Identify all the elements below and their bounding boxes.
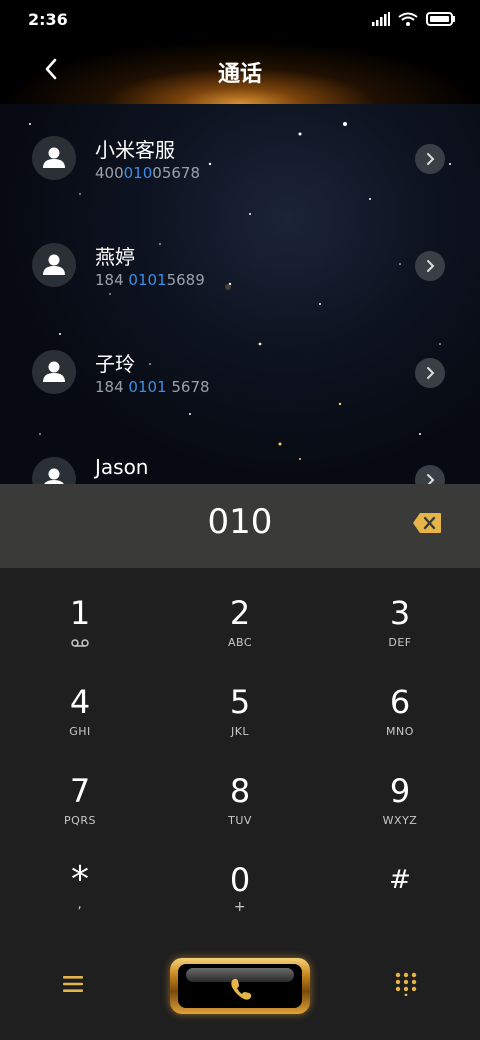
key-2[interactable]: 2 ABC — [160, 568, 320, 657]
contact-detail-button[interactable] — [415, 465, 445, 484]
contact-number: 184 0101 5678 — [95, 378, 210, 396]
contact-row[interactable]: 小米客服 40001005678 — [0, 104, 480, 210]
key-8[interactable]: 8 TUV — [160, 746, 320, 835]
key-letters: + — [233, 899, 247, 915]
key-letters: DEF — [388, 636, 412, 649]
call-button-face — [178, 964, 302, 1008]
backspace-icon[interactable] — [412, 512, 442, 534]
avatar — [32, 350, 76, 394]
dial-keypad: 1 2 ABC 3 DEF 4 GHI 5 JKL 6 MNO 7 PQRS 8… — [0, 568, 480, 948]
battery-icon — [426, 12, 455, 26]
key-digit: 1 — [69, 594, 91, 632]
avatar — [32, 136, 76, 180]
key-digit: # — [389, 865, 411, 895]
chevron-right-icon — [427, 474, 435, 484]
bottom-action-bar — [0, 948, 480, 1040]
contact-detail-button[interactable] — [415, 251, 445, 281]
dialpad-icon[interactable] — [394, 972, 418, 996]
key-letters: TUV — [228, 814, 252, 827]
key-7[interactable]: 7 PQRS — [0, 746, 160, 835]
app-header: 通话 — [0, 40, 480, 104]
key-digit: 4 — [69, 683, 91, 721]
menu-icon[interactable] — [62, 974, 84, 994]
contact-name: 燕婷 — [95, 245, 135, 269]
contact-number: 184 01015689 — [95, 271, 205, 289]
key-hash[interactable]: # — [320, 835, 480, 924]
key-9[interactable]: 9 WXYZ — [320, 746, 480, 835]
status-bar: 2:36 — [0, 0, 480, 40]
wifi-icon — [398, 12, 418, 26]
voicemail-icon — [71, 639, 89, 647]
avatar — [32, 243, 76, 287]
key-star[interactable]: * , — [0, 835, 160, 924]
key-digit: 2 — [229, 594, 251, 632]
number-display: 010 — [0, 484, 480, 568]
contact-detail-button[interactable] — [415, 144, 445, 174]
contact-name: Jason — [95, 455, 149, 479]
chevron-right-icon — [427, 260, 435, 272]
call-button[interactable] — [170, 958, 310, 1014]
person-icon — [44, 468, 64, 484]
chevron-right-icon — [427, 153, 435, 165]
key-letters: WXYZ — [382, 814, 418, 827]
key-digit: 8 — [229, 772, 251, 810]
key-letters: , — [77, 897, 83, 912]
contact-results-list[interactable]: 小米客服 40001005678 燕婷 184 01015689 子玲 184 … — [0, 104, 480, 484]
contact-name: 子玲 — [95, 352, 135, 376]
key-digit: 5 — [229, 683, 251, 721]
key-1[interactable]: 1 — [0, 568, 160, 657]
key-digit: 0 — [229, 861, 251, 899]
person-icon — [43, 147, 65, 168]
key-6[interactable]: 6 MNO — [320, 657, 480, 746]
contact-name: 小米客服 — [95, 138, 175, 162]
person-icon — [43, 254, 65, 275]
key-4[interactable]: 4 GHI — [0, 657, 160, 746]
key-letters: MNO — [386, 725, 414, 738]
contact-row[interactable]: Jason — [0, 425, 480, 484]
key-3[interactable]: 3 DEF — [320, 568, 480, 657]
key-letters: PQRS — [64, 814, 96, 827]
key-letters: GHI — [69, 725, 91, 738]
signal-icon — [372, 12, 390, 26]
person-icon — [43, 361, 65, 382]
key-letters: JKL — [230, 725, 250, 738]
contact-number: 40001005678 — [95, 164, 200, 182]
chevron-right-icon — [427, 367, 435, 379]
key-letters: ABC — [227, 636, 253, 649]
contact-row[interactable]: 燕婷 184 01015689 — [0, 211, 480, 317]
contact-row[interactable]: 子玲 184 0101 5678 — [0, 318, 480, 424]
status-time: 2:36 — [28, 10, 68, 29]
key-digit: 6 — [389, 683, 411, 721]
key-digit: * — [71, 859, 89, 900]
key-digit: 7 — [69, 772, 91, 810]
page-title: 通话 — [217, 62, 262, 87]
status-icons — [372, 12, 456, 26]
avatar — [32, 457, 76, 484]
key-5[interactable]: 5 JKL — [160, 657, 320, 746]
contact-detail-button[interactable] — [415, 358, 445, 388]
key-digit: 9 — [389, 772, 411, 810]
dialed-number: 010 — [207, 502, 273, 542]
key-0[interactable]: 0 + — [160, 835, 320, 924]
phone-icon — [231, 978, 252, 1000]
key-digit: 3 — [389, 594, 411, 632]
